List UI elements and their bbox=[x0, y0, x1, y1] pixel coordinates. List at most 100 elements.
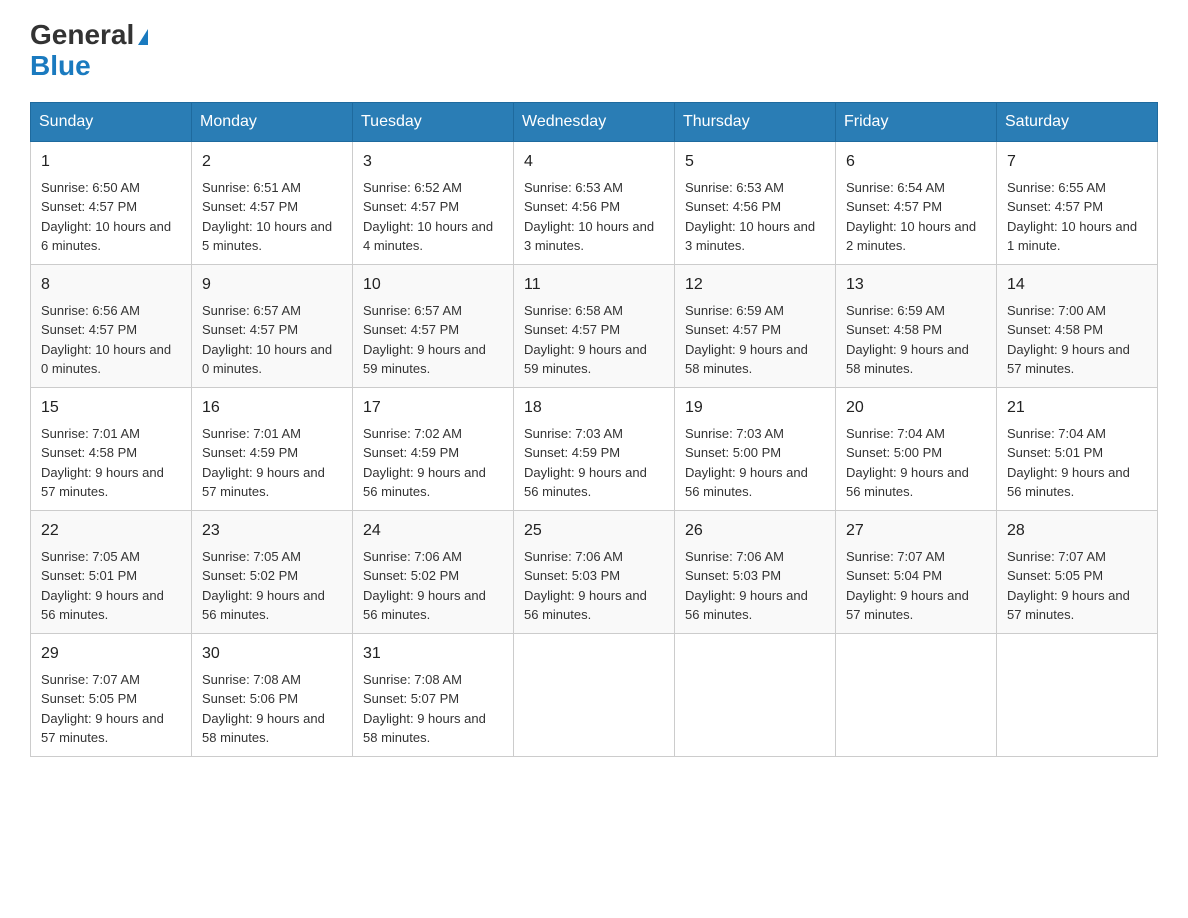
sunrise-info: Sunrise: 7:01 AM bbox=[202, 426, 301, 441]
sunset-info: Sunset: 4:58 PM bbox=[1007, 322, 1103, 337]
calendar-cell: 23 Sunrise: 7:05 AM Sunset: 5:02 PM Dayl… bbox=[192, 510, 353, 633]
sunrise-info: Sunrise: 6:57 AM bbox=[363, 303, 462, 318]
calendar-cell: 30 Sunrise: 7:08 AM Sunset: 5:06 PM Dayl… bbox=[192, 633, 353, 756]
day-number: 6 bbox=[846, 150, 986, 174]
week-row-2: 8 Sunrise: 6:56 AM Sunset: 4:57 PM Dayli… bbox=[31, 264, 1158, 387]
sunrise-info: Sunrise: 7:08 AM bbox=[363, 672, 462, 687]
day-number: 28 bbox=[1007, 519, 1147, 543]
calendar-table: SundayMondayTuesdayWednesdayThursdayFrid… bbox=[30, 102, 1158, 757]
day-number: 14 bbox=[1007, 273, 1147, 297]
daylight-info: Daylight: 9 hours and 58 minutes. bbox=[846, 342, 969, 377]
week-row-4: 22 Sunrise: 7:05 AM Sunset: 5:01 PM Dayl… bbox=[31, 510, 1158, 633]
day-number: 9 bbox=[202, 273, 342, 297]
calendar-cell: 26 Sunrise: 7:06 AM Sunset: 5:03 PM Dayl… bbox=[675, 510, 836, 633]
day-number: 29 bbox=[41, 642, 181, 666]
day-number: 16 bbox=[202, 396, 342, 420]
day-number: 24 bbox=[363, 519, 503, 543]
sunset-info: Sunset: 4:58 PM bbox=[41, 445, 137, 460]
daylight-info: Daylight: 9 hours and 57 minutes. bbox=[846, 588, 969, 623]
sunrise-info: Sunrise: 6:59 AM bbox=[846, 303, 945, 318]
sunset-info: Sunset: 5:03 PM bbox=[685, 568, 781, 583]
logo-triangle-icon bbox=[138, 29, 148, 45]
daylight-info: Daylight: 9 hours and 56 minutes. bbox=[685, 465, 808, 500]
sunrise-info: Sunrise: 6:53 AM bbox=[685, 180, 784, 195]
sunset-info: Sunset: 4:57 PM bbox=[363, 199, 459, 214]
daylight-info: Daylight: 9 hours and 56 minutes. bbox=[363, 588, 486, 623]
sunset-info: Sunset: 4:56 PM bbox=[685, 199, 781, 214]
daylight-info: Daylight: 9 hours and 56 minutes. bbox=[846, 465, 969, 500]
weekday-header-wednesday: Wednesday bbox=[514, 102, 675, 141]
daylight-info: Daylight: 9 hours and 56 minutes. bbox=[41, 588, 164, 623]
sunset-info: Sunset: 5:02 PM bbox=[202, 568, 298, 583]
day-number: 11 bbox=[524, 273, 664, 297]
logo: General Blue bbox=[30, 20, 148, 82]
sunrise-info: Sunrise: 6:53 AM bbox=[524, 180, 623, 195]
sunrise-info: Sunrise: 6:50 AM bbox=[41, 180, 140, 195]
sunrise-info: Sunrise: 7:07 AM bbox=[846, 549, 945, 564]
page-header: General Blue bbox=[30, 20, 1158, 82]
daylight-info: Daylight: 9 hours and 58 minutes. bbox=[363, 711, 486, 746]
sunset-info: Sunset: 5:01 PM bbox=[41, 568, 137, 583]
daylight-info: Daylight: 9 hours and 57 minutes. bbox=[1007, 588, 1130, 623]
weekday-header-row: SundayMondayTuesdayWednesdayThursdayFrid… bbox=[31, 102, 1158, 141]
daylight-info: Daylight: 10 hours and 5 minutes. bbox=[202, 219, 332, 254]
calendar-cell: 5 Sunrise: 6:53 AM Sunset: 4:56 PM Dayli… bbox=[675, 141, 836, 264]
sunset-info: Sunset: 5:00 PM bbox=[685, 445, 781, 460]
calendar-cell: 9 Sunrise: 6:57 AM Sunset: 4:57 PM Dayli… bbox=[192, 264, 353, 387]
weekday-header-tuesday: Tuesday bbox=[353, 102, 514, 141]
sunset-info: Sunset: 4:57 PM bbox=[202, 199, 298, 214]
calendar-cell: 12 Sunrise: 6:59 AM Sunset: 4:57 PM Dayl… bbox=[675, 264, 836, 387]
calendar-cell: 3 Sunrise: 6:52 AM Sunset: 4:57 PM Dayli… bbox=[353, 141, 514, 264]
daylight-info: Daylight: 9 hours and 57 minutes. bbox=[41, 465, 164, 500]
day-number: 8 bbox=[41, 273, 181, 297]
daylight-info: Daylight: 10 hours and 3 minutes. bbox=[685, 219, 815, 254]
day-number: 27 bbox=[846, 519, 986, 543]
sunrise-info: Sunrise: 7:03 AM bbox=[524, 426, 623, 441]
calendar-cell bbox=[514, 633, 675, 756]
sunrise-info: Sunrise: 6:54 AM bbox=[846, 180, 945, 195]
daylight-info: Daylight: 9 hours and 56 minutes. bbox=[524, 465, 647, 500]
daylight-info: Daylight: 9 hours and 58 minutes. bbox=[685, 342, 808, 377]
calendar-cell: 31 Sunrise: 7:08 AM Sunset: 5:07 PM Dayl… bbox=[353, 633, 514, 756]
sunrise-info: Sunrise: 7:05 AM bbox=[202, 549, 301, 564]
sunset-info: Sunset: 5:01 PM bbox=[1007, 445, 1103, 460]
sunset-info: Sunset: 4:57 PM bbox=[363, 322, 459, 337]
day-number: 5 bbox=[685, 150, 825, 174]
calendar-cell: 8 Sunrise: 6:56 AM Sunset: 4:57 PM Dayli… bbox=[31, 264, 192, 387]
calendar-cell: 19 Sunrise: 7:03 AM Sunset: 5:00 PM Dayl… bbox=[675, 387, 836, 510]
sunrise-info: Sunrise: 7:06 AM bbox=[363, 549, 462, 564]
sunrise-info: Sunrise: 6:58 AM bbox=[524, 303, 623, 318]
sunrise-info: Sunrise: 7:05 AM bbox=[41, 549, 140, 564]
calendar-cell: 2 Sunrise: 6:51 AM Sunset: 4:57 PM Dayli… bbox=[192, 141, 353, 264]
sunrise-info: Sunrise: 6:59 AM bbox=[685, 303, 784, 318]
day-number: 26 bbox=[685, 519, 825, 543]
calendar-cell bbox=[997, 633, 1158, 756]
calendar-cell: 22 Sunrise: 7:05 AM Sunset: 5:01 PM Dayl… bbox=[31, 510, 192, 633]
day-number: 17 bbox=[363, 396, 503, 420]
daylight-info: Daylight: 10 hours and 2 minutes. bbox=[846, 219, 976, 254]
daylight-info: Daylight: 10 hours and 0 minutes. bbox=[202, 342, 332, 377]
calendar-cell: 13 Sunrise: 6:59 AM Sunset: 4:58 PM Dayl… bbox=[836, 264, 997, 387]
calendar-cell: 15 Sunrise: 7:01 AM Sunset: 4:58 PM Dayl… bbox=[31, 387, 192, 510]
day-number: 2 bbox=[202, 150, 342, 174]
sunset-info: Sunset: 4:57 PM bbox=[1007, 199, 1103, 214]
weekday-header-thursday: Thursday bbox=[675, 102, 836, 141]
weekday-header-friday: Friday bbox=[836, 102, 997, 141]
sunrise-info: Sunrise: 7:04 AM bbox=[846, 426, 945, 441]
sunrise-info: Sunrise: 7:08 AM bbox=[202, 672, 301, 687]
sunrise-info: Sunrise: 7:06 AM bbox=[524, 549, 623, 564]
sunrise-info: Sunrise: 7:07 AM bbox=[1007, 549, 1106, 564]
day-number: 23 bbox=[202, 519, 342, 543]
week-row-5: 29 Sunrise: 7:07 AM Sunset: 5:05 PM Dayl… bbox=[31, 633, 1158, 756]
sunrise-info: Sunrise: 7:04 AM bbox=[1007, 426, 1106, 441]
day-number: 1 bbox=[41, 150, 181, 174]
daylight-info: Daylight: 9 hours and 57 minutes. bbox=[202, 465, 325, 500]
week-row-3: 15 Sunrise: 7:01 AM Sunset: 4:58 PM Dayl… bbox=[31, 387, 1158, 510]
day-number: 15 bbox=[41, 396, 181, 420]
sunset-info: Sunset: 5:04 PM bbox=[846, 568, 942, 583]
sunset-info: Sunset: 4:57 PM bbox=[41, 322, 137, 337]
calendar-cell: 16 Sunrise: 7:01 AM Sunset: 4:59 PM Dayl… bbox=[192, 387, 353, 510]
weekday-header-monday: Monday bbox=[192, 102, 353, 141]
sunset-info: Sunset: 5:05 PM bbox=[1007, 568, 1103, 583]
sunrise-info: Sunrise: 7:07 AM bbox=[41, 672, 140, 687]
